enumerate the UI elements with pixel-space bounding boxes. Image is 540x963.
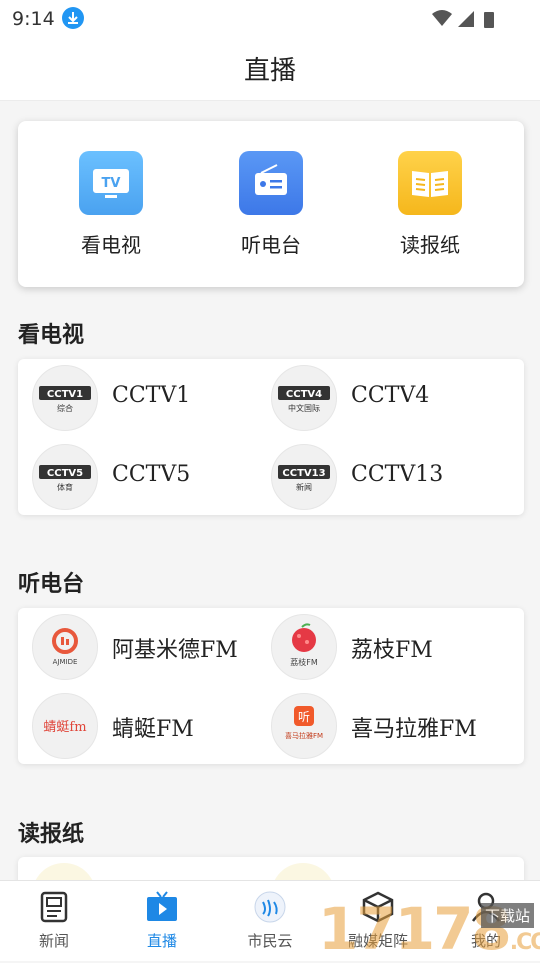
ajmide-logo: AJMIDE [32, 614, 98, 680]
quick-link-tv[interactable]: TV 看电视 [56, 151, 166, 258]
cctv13-logo-sub: 新闻 [296, 482, 312, 492]
channel-item-cctv5[interactable]: CCTV5 体育 CCTV5 [32, 444, 262, 510]
section-title-radio: 听电台 [18, 571, 85, 597]
quick-link-label: 读报纸 [400, 233, 460, 257]
nav-label: 市民云 [247, 932, 293, 950]
nav-live[interactable]: 直播 [108, 881, 216, 961]
cctv4-logo-text: CCTV4 [286, 389, 322, 400]
channel-name: CCTV5 [112, 462, 191, 487]
citizen-cloud-icon [253, 890, 287, 924]
watermark-tail: .COM [509, 930, 540, 955]
section-title-newspaper: 读报纸 [18, 821, 85, 847]
lizhi-logo-text: 荔枝FM [290, 657, 318, 667]
qingting-logo: 蜻蜓fm [32, 693, 98, 759]
ximalaya-logo-text: 喜马拉雅FM [285, 731, 323, 740]
station-name: 喜马拉雅FM [351, 717, 477, 742]
cctv1-logo-sub: 综合 [57, 403, 73, 413]
cctv13-logo: CCTV13 新闻 [271, 444, 337, 510]
cctv13-logo-text: CCTV13 [282, 468, 325, 479]
radio-station-panel: AJMIDE 阿基米德FM 荔枝FM 荔枝FM 蜻蜓fm 蜻蜓FM 听喜马拉雅F… [18, 608, 524, 764]
wifi-icon [432, 10, 452, 26]
app-header: 直播 [0, 38, 540, 101]
nav-news[interactable]: 新闻 [0, 881, 108, 961]
station-item-qingting[interactable]: 蜻蜓fm 蜻蜓FM [32, 693, 262, 759]
tv-channel-panel: CCTV1 综合 CCTV1 CCTV4 中文国际 CCTV4 CCTV5 体育 CC… [18, 359, 524, 515]
battery-icon [484, 12, 494, 28]
quick-link-label: 听电台 [241, 233, 301, 257]
cctv5-logo-sub: 体育 [57, 482, 73, 492]
svg-text:TV: TV [102, 176, 121, 191]
channel-name: CCTV1 [112, 383, 191, 408]
cctv4-logo: CCTV4 中文国际 [271, 365, 337, 431]
nav-label: 新闻 [38, 932, 69, 950]
download-icon [62, 7, 84, 29]
station-item-ximalaya[interactable]: 听喜马拉雅FM 喜马拉雅FM [271, 693, 501, 759]
lizhi-logo: 荔枝FM [271, 614, 337, 680]
status-bar: 9:14 [0, 0, 540, 38]
ajmide-logo-text: AJMIDE [53, 658, 78, 666]
station-item-ajmide[interactable]: AJMIDE 阿基米德FM [32, 614, 262, 680]
station-item-lizhi[interactable]: 荔枝FM 荔枝FM [271, 614, 501, 680]
qingting-logo-text: 蜻蜓fm [43, 720, 86, 735]
system-indicators [430, 9, 500, 33]
quick-link-radio[interactable]: 听电台 [216, 151, 326, 258]
cctv4-logo-sub: 中文国际 [288, 403, 320, 413]
cctv1-logo: CCTV1 综合 [32, 365, 98, 431]
signal-icon [458, 11, 474, 27]
watermark-badge: 下载站 [480, 903, 534, 928]
quick-link-label: 看电视 [81, 233, 141, 257]
channel-name: CCTV13 [351, 462, 444, 487]
status-time: 9:14 [12, 8, 55, 30]
channel-item-cctv13[interactable]: CCTV13 新闻 CCTV13 [271, 444, 501, 510]
channel-item-cctv4[interactable]: CCTV4 中文国际 CCTV4 [271, 365, 501, 431]
nav-citizen-cloud[interactable]: 市民云 [216, 881, 324, 961]
station-name: 蜻蜓FM [112, 717, 194, 742]
ximalaya-logo: 听喜马拉雅FM [271, 693, 337, 759]
news-icon [37, 890, 71, 924]
radio-icon [239, 151, 303, 215]
live-tv-icon [145, 890, 179, 924]
quick-links-card: TV 看电视 听电台 读报纸 [18, 121, 524, 287]
station-name: 阿基米德FM [112, 638, 238, 663]
station-name: 荔枝FM [351, 638, 433, 663]
cctv1-logo-text: CCTV1 [47, 389, 83, 400]
tv-icon: TV [79, 151, 143, 215]
page-title: 直播 [243, 56, 296, 86]
channel-item-cctv1[interactable]: CCTV1 综合 CCTV1 [32, 365, 262, 431]
cctv5-logo: CCTV5 体育 [32, 444, 98, 510]
quick-link-newspaper[interactable]: 读报纸 [375, 151, 485, 258]
newspaper-icon [398, 151, 462, 215]
cctv5-logo-text: CCTV5 [47, 468, 83, 479]
nav-label: 直播 [146, 932, 177, 950]
section-title-tv: 看电视 [18, 322, 85, 348]
ximalaya-logo-top: 听 [298, 710, 310, 724]
channel-name: CCTV4 [351, 383, 430, 408]
